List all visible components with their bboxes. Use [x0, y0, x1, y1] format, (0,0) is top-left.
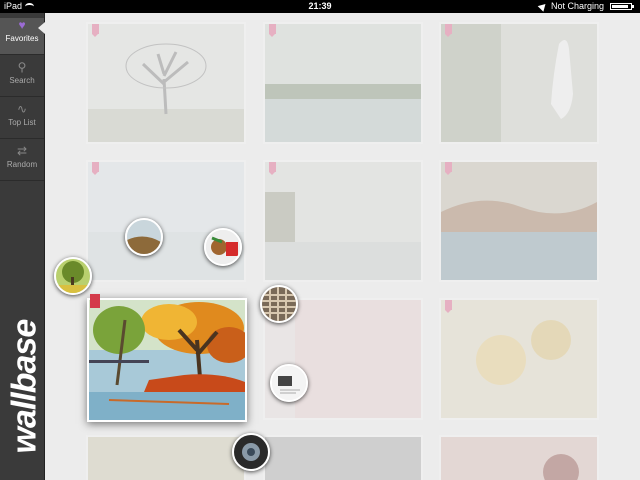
sidebar: ♥ Favorites ⚲ Search ∿ Top List ⇄ Random…: [0, 13, 45, 480]
wallpaper-thumbnail[interactable]: [265, 24, 421, 142]
pulse-icon: ∿: [16, 102, 28, 116]
selected-wallpaper[interactable]: [87, 294, 247, 422]
sidebar-item-label: Favorites: [5, 34, 39, 43]
wallpaper-thumbnail[interactable]: [441, 24, 597, 142]
thumbnail-orb[interactable]: [125, 218, 163, 256]
charging-status: Not Charging: [550, 1, 604, 11]
sidebar-item-top-list[interactable]: ∿ Top List: [0, 102, 44, 139]
thumbnail-orb[interactable]: [260, 285, 298, 323]
sidebar-item-label: Search: [9, 76, 35, 85]
shuffle-icon: ⇄: [16, 144, 28, 158]
autumn-painting-image: [89, 300, 245, 420]
wallpaper-thumbnail[interactable]: [265, 437, 421, 480]
search-icon: ⚲: [17, 60, 27, 74]
wallpaper-thumbnail[interactable]: [441, 300, 597, 418]
bookmark-icon[interactable]: [90, 294, 100, 308]
wallpaper-thumbnail[interactable]: [441, 437, 597, 480]
status-bar: iPad 21:39 Not Charging: [0, 0, 640, 13]
heart-icon: ♥: [18, 18, 26, 32]
brand-logo: wallbase: [5, 319, 44, 454]
thumbnail-orb[interactable]: [232, 433, 270, 471]
wallpaper-thumbnail[interactable]: [441, 162, 597, 280]
sidebar-item-random[interactable]: ⇄ Random: [0, 144, 44, 181]
wallpaper-thumbnail[interactable]: [265, 162, 421, 280]
thumbnail-orb[interactable]: [270, 364, 308, 402]
battery-icon: [610, 3, 634, 10]
wallpaper-thumbnail[interactable]: [88, 437, 244, 480]
thumbnail-orb[interactable]: [54, 257, 92, 295]
location-icon: [537, 1, 549, 12]
sidebar-item-favorites[interactable]: ♥ Favorites: [0, 18, 45, 55]
thumbnail-orb[interactable]: [204, 228, 242, 266]
sidebar-item-label: Random: [6, 160, 38, 169]
wallpaper-thumbnail[interactable]: [88, 24, 244, 142]
sidebar-item-search[interactable]: ⚲ Search: [0, 60, 44, 97]
sidebar-item-label: Top List: [8, 118, 36, 127]
